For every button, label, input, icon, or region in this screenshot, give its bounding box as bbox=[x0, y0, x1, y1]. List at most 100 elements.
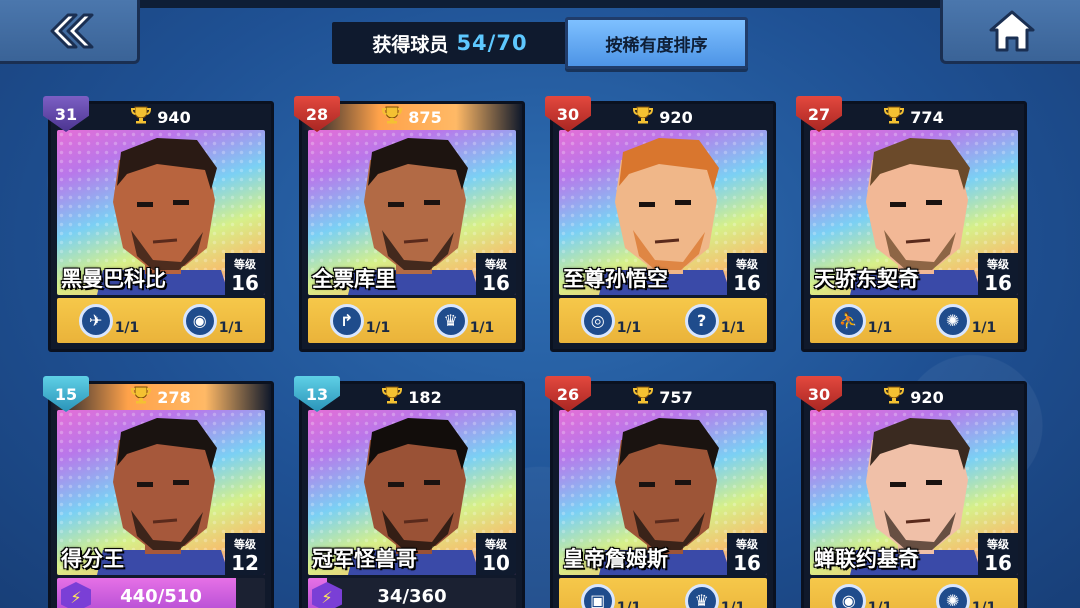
arrow-curve-icon[interactable]: ↱ bbox=[329, 303, 364, 338]
player-portrait: 至尊孙悟空 等级 16 bbox=[559, 130, 767, 295]
trophy-icon bbox=[131, 386, 152, 408]
collection-counter: 获得球员 54/70 bbox=[332, 22, 568, 64]
skill-item[interactable]: ▣ 1/1 bbox=[580, 583, 641, 608]
skill-count: 1/1 bbox=[971, 599, 997, 608]
skill-item[interactable]: ♛ 1/1 bbox=[433, 303, 495, 338]
player-name: 全票库里 bbox=[312, 267, 396, 291]
player-name: 得分王 bbox=[61, 547, 124, 571]
skill-count: 1/1 bbox=[867, 319, 893, 336]
back-button[interactable] bbox=[0, 0, 140, 64]
skill-bar: ✈ 1/1 ◉ 1/1 bbox=[57, 298, 265, 343]
trophy-count: 940 bbox=[157, 107, 191, 127]
level-value: 16 bbox=[984, 551, 1012, 575]
level-value: 16 bbox=[733, 271, 761, 295]
player-name: 蝉联约基奇 bbox=[814, 547, 919, 571]
upgrade-progress-bar: ⚡ 440/510 bbox=[57, 578, 265, 608]
player-name: 黑曼巴科比 bbox=[61, 267, 166, 291]
skill-item[interactable]: ◉ 1/1 bbox=[182, 303, 244, 338]
level-badge: 等级 16 bbox=[978, 533, 1018, 575]
skill-bar: ▣ 1/1 ♛ 1/1 bbox=[559, 578, 767, 608]
skill-count: 1/1 bbox=[365, 319, 391, 336]
skill-count: 1/1 bbox=[720, 319, 746, 336]
level-badge: 等级 16 bbox=[476, 253, 516, 295]
level-label: 等级 bbox=[736, 538, 758, 551]
upgrade-progress-bar: ⚡ 34/360 bbox=[308, 578, 516, 608]
trophy-count: 278 bbox=[157, 387, 191, 407]
swirl-icon[interactable]: ◎ bbox=[580, 303, 615, 338]
player-card[interactable]: 30 920 蝉联约基奇 等级 16 ◉ 1/1 ✺ 1/1 bbox=[796, 376, 1027, 608]
level-badge: 等级 16 bbox=[978, 253, 1018, 295]
collection-count: 54/70 bbox=[456, 31, 528, 55]
player-card[interactable]: 28 875 全票库里 等级 16 ↱ 1/1 ♛ 1/1 bbox=[294, 96, 525, 352]
skill-bar: ↱ 1/1 ♛ 1/1 bbox=[308, 298, 516, 343]
sort-by-rarity-button[interactable]: 按稀有度排序 bbox=[565, 17, 748, 69]
basketball-icon[interactable]: ◉ bbox=[182, 303, 217, 338]
player-card[interactable]: 13 182 冠军怪兽哥 等级 10 ⚡ 34/360 bbox=[294, 376, 525, 608]
skill-item[interactable]: ↱ 1/1 bbox=[329, 303, 391, 338]
player-portrait: 蝉联约基奇 等级 16 bbox=[810, 410, 1018, 575]
skill-bar: ◎ 1/1? 1/1 bbox=[559, 298, 767, 343]
trophy-icon bbox=[382, 386, 403, 408]
skill-item[interactable]: ◉ 1/1 bbox=[831, 583, 893, 608]
ball-spin-icon[interactable]: ✺ bbox=[935, 583, 970, 608]
trophy-icon bbox=[884, 386, 905, 408]
player-name: 至尊孙悟空 bbox=[563, 267, 668, 291]
player-card[interactable]: 30 920 至尊孙悟空 等级 16 ◎ 1/1? 1/1 bbox=[545, 96, 776, 352]
player-name: 皇帝詹姆斯 bbox=[563, 547, 668, 571]
home-icon bbox=[989, 10, 1034, 51]
skill-count: 1/1 bbox=[469, 319, 495, 336]
level-value: 16 bbox=[482, 271, 510, 295]
trophy-count: 757 bbox=[659, 387, 693, 407]
player-card[interactable]: 27 774 天骄东契奇 等级 16 ⛹ 1/1 ✺ 1/1 bbox=[796, 96, 1027, 352]
card-icon[interactable]: ▣ bbox=[580, 583, 615, 608]
player-card[interactable]: 31 940 黑曼巴科比 等级 16 ✈ 1/1 ◉ 1/1 bbox=[43, 96, 274, 352]
level-value: 12 bbox=[231, 551, 259, 575]
player-name: 天骄东契奇 bbox=[814, 267, 919, 291]
skill-item[interactable]: ⛹ 1/1 bbox=[831, 303, 893, 338]
trophy-icon bbox=[382, 106, 403, 128]
player-card[interactable]: 15 278 得分王 等级 12 ⚡ 440/510 bbox=[43, 376, 274, 608]
player-portrait: 得分王 等级 12 bbox=[57, 410, 265, 575]
player-portrait: 皇帝詹姆斯 等级 16 bbox=[559, 410, 767, 575]
trophy-count: 920 bbox=[910, 387, 944, 407]
skill-item[interactable]: ✺ 1/1 bbox=[935, 303, 996, 338]
trophy-count: 920 bbox=[659, 107, 693, 127]
question-icon[interactable]: ? bbox=[684, 303, 719, 338]
level-value: 16 bbox=[231, 271, 259, 295]
player-portrait: 黑曼巴科比 等级 16 bbox=[57, 130, 265, 295]
level-badge: 等级 16 bbox=[727, 533, 767, 575]
level-label: 等级 bbox=[987, 258, 1009, 271]
crown-icon[interactable]: ♛ bbox=[684, 583, 719, 608]
skill-count: 1/1 bbox=[616, 319, 642, 336]
skill-bar: ◉ 1/1 ✺ 1/1 bbox=[810, 578, 1018, 608]
trophy-count: 182 bbox=[408, 387, 442, 407]
skill-item[interactable]: ✈ 1/1 bbox=[78, 303, 140, 338]
level-value: 10 bbox=[482, 551, 510, 575]
top-strip bbox=[140, 0, 940, 8]
skill-count: 1/1 bbox=[867, 599, 893, 608]
skill-count: 1/1 bbox=[114, 319, 140, 336]
skill-count: 1/1 bbox=[218, 319, 244, 336]
level-label: 等级 bbox=[234, 538, 256, 551]
player-card[interactable]: 26 757 皇帝詹姆斯 等级 16 ▣ 1/1 ♛ 1/1 bbox=[545, 376, 776, 608]
double-chevron-left-icon bbox=[50, 13, 93, 48]
level-badge: 等级 16 bbox=[727, 253, 767, 295]
skill-item[interactable]: ? 1/1 bbox=[684, 303, 746, 338]
trophy-icon bbox=[633, 386, 654, 408]
whistle-icon[interactable]: ✈ bbox=[78, 303, 113, 338]
trophy-count: 875 bbox=[408, 107, 442, 127]
skill-item[interactable]: ◎ 1/1 bbox=[580, 303, 642, 338]
trophy-count: 774 bbox=[910, 107, 944, 127]
skill-item[interactable]: ♛ 1/1 bbox=[684, 583, 745, 608]
ball-spin-icon[interactable]: ✺ bbox=[935, 303, 970, 338]
crown-icon[interactable]: ♛ bbox=[433, 303, 468, 338]
runner-icon[interactable]: ⛹ bbox=[831, 303, 866, 338]
level-label: 等级 bbox=[485, 258, 507, 271]
home-button[interactable] bbox=[940, 0, 1080, 64]
player-name: 冠军怪兽哥 bbox=[312, 547, 417, 571]
skill-item[interactable]: ✺ 1/1 bbox=[935, 583, 997, 608]
level-label: 等级 bbox=[485, 538, 507, 551]
level-label: 等级 bbox=[234, 258, 256, 271]
target-icon[interactable]: ◉ bbox=[831, 583, 866, 608]
skill-bar: ⛹ 1/1 ✺ 1/1 bbox=[810, 298, 1018, 343]
